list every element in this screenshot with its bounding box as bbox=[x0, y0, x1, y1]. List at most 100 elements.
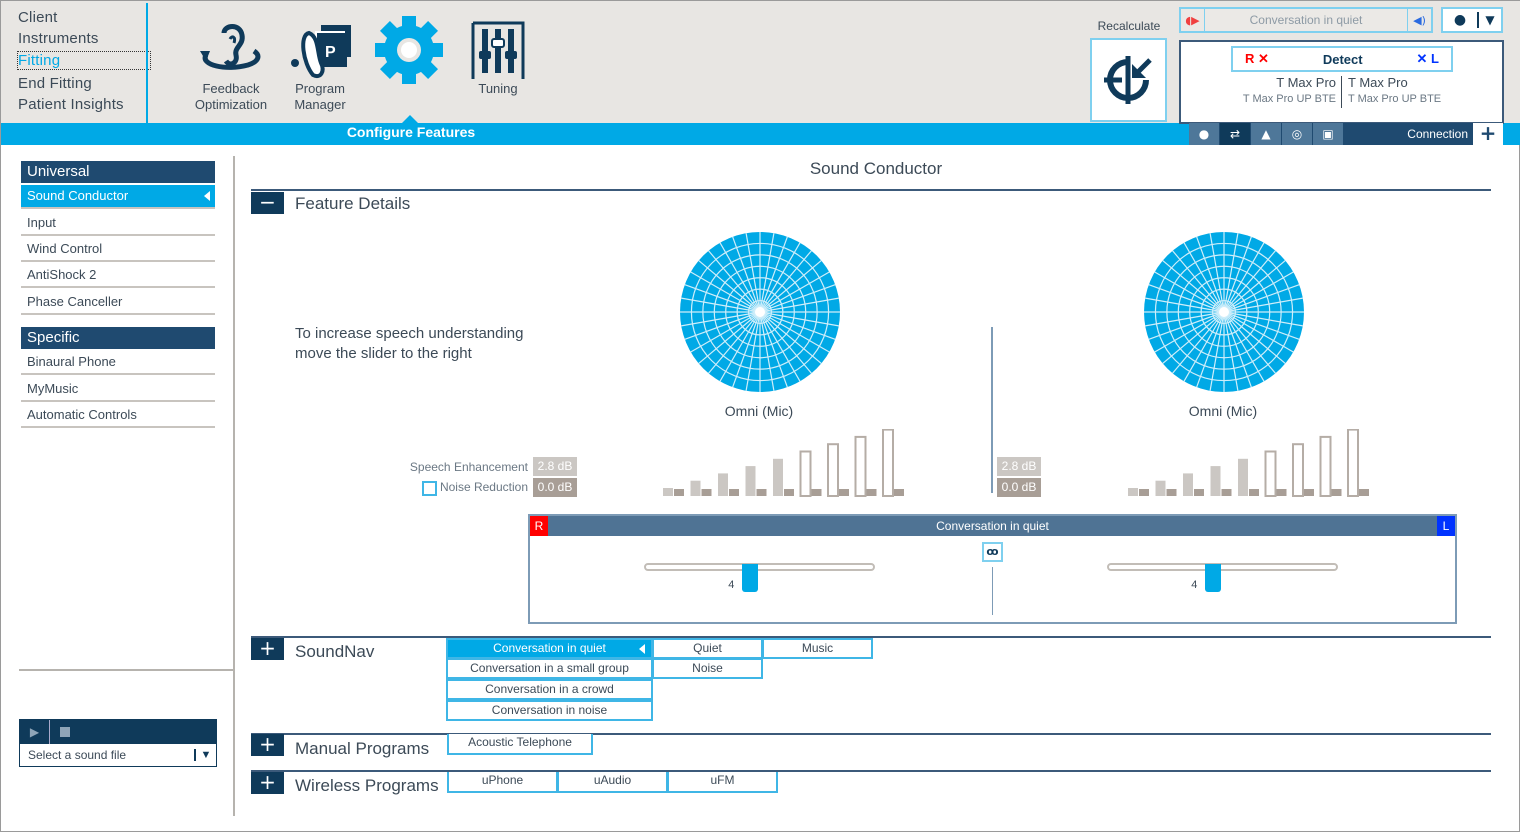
polar-pattern-right bbox=[680, 232, 840, 392]
wireless-program-option[interactable]: uAudio bbox=[557, 772, 668, 793]
manual-programs-toggle[interactable]: + bbox=[251, 734, 284, 756]
nav-fitting[interactable]: Fitting bbox=[17, 51, 151, 70]
status-bar: ● ⇄ ▲ ◎ ▣ Connection + bbox=[1189, 123, 1503, 145]
stop-button[interactable] bbox=[50, 720, 80, 744]
ear-separator bbox=[991, 327, 993, 493]
feature-details-toggle[interactable]: − bbox=[251, 192, 284, 214]
polar-center bbox=[1219, 307, 1229, 317]
speech-slider-left-thumb[interactable] bbox=[1205, 564, 1222, 592]
play-button[interactable]: ▶ bbox=[20, 720, 50, 744]
warning-icon[interactable]: ▲ bbox=[1251, 123, 1282, 145]
detect-label: Detect bbox=[1322, 51, 1363, 67]
sidebar-item-input[interactable]: Input bbox=[21, 212, 215, 236]
gear-icon bbox=[375, 16, 443, 84]
volume-icon[interactable]: ◀) bbox=[1407, 9, 1431, 31]
user-menu-button[interactable]: ● ▼ bbox=[1441, 7, 1503, 33]
noise-reduction-label: Noise Reduction bbox=[439, 480, 528, 494]
connection-add-button[interactable]: + bbox=[1473, 123, 1503, 145]
speech-enhancement-bar bbox=[1264, 450, 1277, 497]
speech-enhancement-bar bbox=[745, 466, 756, 496]
right-device-model: T Max Pro UP BTE bbox=[1242, 93, 1336, 105]
soundnav-option[interactable]: Conversation in quiet bbox=[446, 638, 653, 659]
noise-reduction-bar bbox=[1249, 489, 1259, 496]
speech-enhancement-bar bbox=[882, 429, 894, 498]
pattern-label-left: Omni (Mic) bbox=[1188, 403, 1258, 419]
nav-instruments[interactable]: Instruments bbox=[18, 30, 99, 47]
speech-enhancement-bar bbox=[1347, 429, 1359, 498]
soundnav-option[interactable]: Conversation in a small group bbox=[446, 658, 653, 679]
swap-icon[interactable]: ⇄ bbox=[1220, 123, 1251, 145]
noise-reduction-bar bbox=[1304, 489, 1314, 496]
wireless-program-option[interactable]: uPhone bbox=[447, 772, 558, 793]
tuning-label: Tuning bbox=[478, 81, 518, 96]
speech-slider-right-thumb[interactable] bbox=[742, 564, 759, 592]
configure-features-button[interactable] bbox=[373, 15, 445, 85]
remote-help-icon[interactable]: ▣ bbox=[1313, 123, 1344, 145]
noise-reduction-bar bbox=[784, 489, 794, 496]
noise-reduction-bar bbox=[674, 489, 684, 496]
speech-slider-left-track[interactable] bbox=[1107, 563, 1338, 571]
speech-enhancement-value-left: 2.8 dB bbox=[997, 457, 1041, 476]
sidebar-item-automatic-controls[interactable]: Automatic Controls bbox=[21, 404, 215, 428]
sound-file-select[interactable]: Select a sound file ▼ bbox=[20, 744, 216, 766]
speech-enhancement-value-right: 2.8 dB bbox=[533, 457, 577, 476]
dropdown-arrow-icon: ▼ bbox=[1485, 13, 1495, 27]
sound-player: ▶ Select a sound file ▼ bbox=[19, 719, 217, 767]
speech-slider-left-value: 4 bbox=[1191, 579, 1198, 591]
dropdown-arrow-icon[interactable]: ▼ bbox=[194, 749, 216, 761]
hint-text: To increase speech understanding move th… bbox=[295, 324, 524, 364]
speech-slider-right-track[interactable] bbox=[644, 563, 875, 571]
wireless-programs-toggle[interactable]: + bbox=[251, 772, 284, 794]
sidebar-item-mymusic[interactable]: MyMusic bbox=[21, 378, 215, 402]
hint-line-2: move the slider to the right bbox=[295, 345, 472, 362]
sidebar-item-sound-conductor[interactable]: Sound Conductor bbox=[21, 185, 215, 209]
compass-icon[interactable]: ◎ bbox=[1282, 123, 1313, 145]
device-panel: R ✕ Detect ✕ L T Max Pro T Max Pro UP BT… bbox=[1179, 40, 1504, 124]
nav-client[interactable]: Client bbox=[18, 9, 58, 26]
wireless-programs-label: Wireless Programs bbox=[295, 776, 439, 795]
mute-icon[interactable]: ◖▶ bbox=[1181, 9, 1205, 31]
left-ear-tag: L bbox=[1437, 516, 1455, 536]
wireless-program-option[interactable]: uFM bbox=[667, 772, 778, 793]
noise-reduction-value-right: 0.0 dB bbox=[533, 478, 577, 497]
soundnav-option[interactable]: Conversation in noise bbox=[446, 700, 653, 721]
sidebar-item-phase-canceller[interactable]: Phase Canceller bbox=[21, 291, 215, 315]
manual-program-option[interactable]: Acoustic Telephone bbox=[447, 734, 593, 755]
speech-enhancement-bar bbox=[663, 488, 673, 496]
stop-icon bbox=[60, 727, 70, 737]
configure-features-label: Configure Features bbox=[346, 124, 476, 140]
program-manager-button[interactable]: P Program Manager bbox=[283, 23, 357, 113]
soundnav-option[interactable]: Conversation in a crowd bbox=[446, 679, 653, 700]
current-program-field[interactable]: ◖▶ Conversation in quiet ◀) bbox=[1179, 7, 1433, 33]
recalculate-button[interactable] bbox=[1090, 38, 1167, 122]
speech-enhancement-bar bbox=[718, 473, 728, 496]
soundnav-toggle[interactable]: + bbox=[251, 638, 284, 660]
ear-rotate-icon bbox=[200, 24, 261, 70]
soundnav-option[interactable]: Quiet bbox=[652, 638, 763, 659]
link-icon: ꝏ bbox=[986, 545, 999, 558]
active-tool-caret bbox=[401, 115, 419, 124]
person-icon[interactable]: ● bbox=[1189, 123, 1220, 145]
polar-center bbox=[755, 307, 765, 317]
soundnav-option[interactable]: Music bbox=[762, 638, 873, 659]
nav-patient-insights[interactable]: Patient Insights bbox=[18, 96, 124, 113]
sidebar-group-specific: Specific bbox=[21, 327, 215, 349]
detect-button[interactable]: R ✕ Detect ✕ L bbox=[1231, 46, 1453, 72]
speech-enhancement-bar bbox=[1183, 473, 1193, 496]
sidebar-item-wind-control[interactable]: Wind Control bbox=[21, 238, 215, 262]
noise-reduction-bar bbox=[894, 489, 904, 496]
noise-reduction-bar bbox=[1166, 489, 1177, 496]
soundnav-option[interactable]: Noise bbox=[652, 658, 763, 679]
speech-enhancement-bar bbox=[827, 443, 839, 497]
manual-programs-label: Manual Programs bbox=[295, 739, 430, 758]
noise-reduction-bar bbox=[1194, 489, 1204, 496]
noise-reduction-bar bbox=[1276, 489, 1287, 496]
sidebar-item-antishock[interactable]: AntiShock 2 bbox=[21, 264, 215, 288]
tuning-button[interactable]: Tuning bbox=[463, 21, 533, 97]
speech-enhancement-bar bbox=[1319, 435, 1332, 497]
speech-enhancement-bar bbox=[773, 458, 783, 496]
link-sides-button[interactable]: ꝏ bbox=[982, 542, 1003, 562]
nav-end-fitting[interactable]: End Fitting bbox=[18, 75, 92, 92]
sidebar-item-binaural-phone[interactable]: Binaural Phone bbox=[21, 351, 215, 375]
feedback-optimization-button[interactable]: Feedback Optimization bbox=[189, 23, 273, 113]
